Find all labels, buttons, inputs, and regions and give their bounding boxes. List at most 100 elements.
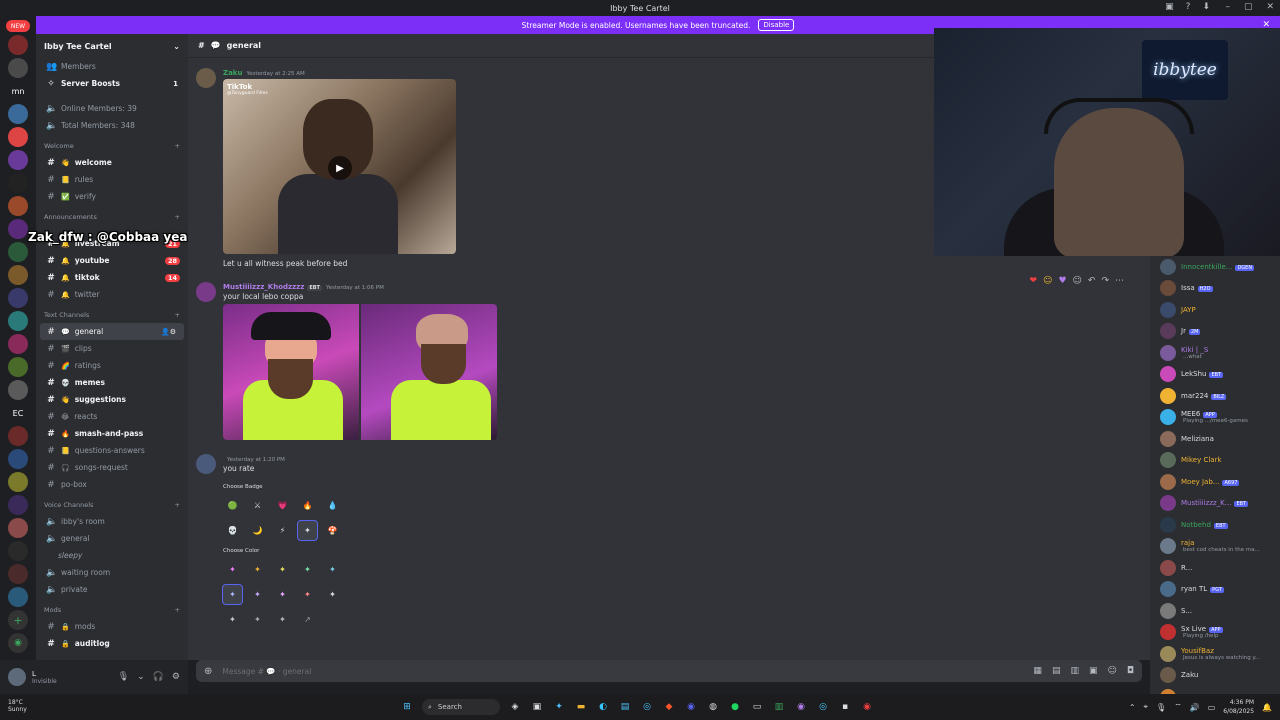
server-icon[interactable] <box>8 472 28 492</box>
chevron-down-icon[interactable]: ⌄ <box>173 42 180 51</box>
network-icon[interactable]: ⌖ <box>1144 702 1149 712</box>
server-icon[interactable] <box>8 173 28 193</box>
voice-channel-private[interactable]: 🔈 private <box>36 581 188 598</box>
member-item[interactable]: Innocentkille... DGEN <box>1150 256 1280 278</box>
server-icon[interactable] <box>8 104 28 124</box>
member-item[interactable]: LekShu EBT <box>1150 364 1280 386</box>
app-icon[interactable]: ▪ <box>838 700 852 714</box>
color-option[interactable]: ✦ <box>223 560 242 579</box>
server-icon[interactable] <box>8 265 28 285</box>
channel-suggestions[interactable]: # 👋 suggestions <box>36 391 188 408</box>
avatar[interactable] <box>196 68 216 88</box>
server-icon[interactable] <box>8 127 28 147</box>
server-icon[interactable] <box>8 518 28 538</box>
add-channel-icon[interactable]: + <box>175 606 180 614</box>
app-icon[interactable]: ▣ <box>530 700 544 714</box>
server-icon-mn[interactable]: mn <box>8 81 28 101</box>
chrome-icon[interactable]: ◎ <box>816 700 830 714</box>
maximize-icon[interactable]: ▢ <box>1244 2 1253 12</box>
channel-auditlog[interactable]: # 🔒 auditlog <box>36 635 188 652</box>
clock[interactable]: 4:36 PM 6/08/2025 <box>1223 698 1254 716</box>
member-item[interactable]: JAYP <box>1150 299 1280 321</box>
badge-option[interactable]: 🍄 <box>323 521 342 540</box>
brave-icon[interactable]: ◆ <box>662 700 676 714</box>
add-channel-icon[interactable]: + <box>175 311 180 319</box>
message-author[interactable]: Zaku <box>223 69 242 77</box>
server-badge-new[interactable]: NEW <box>6 20 30 32</box>
member-item[interactable]: ryan TL PGT <box>1150 579 1280 601</box>
chevron-down-icon[interactable]: ⌄ <box>137 672 145 682</box>
category-mods[interactable]: Mods + <box>36 602 188 618</box>
heart-reaction-icon[interactable]: ❤ <box>1030 276 1038 286</box>
member-item[interactable]: Sx Live APP Playing /help <box>1150 622 1280 644</box>
start-icon[interactable]: ⊞ <box>400 700 414 714</box>
disable-button[interactable]: Disable <box>758 19 795 31</box>
chevron-up-icon[interactable]: ⌃ <box>1129 703 1136 712</box>
steam-icon[interactable]: ◍ <box>706 700 720 714</box>
play-icon[interactable]: ▶ <box>328 156 352 180</box>
spotify-icon[interactable]: ● <box>728 700 742 714</box>
gif-icon[interactable]: ▥ <box>1070 666 1079 676</box>
member-item[interactable]: S... <box>1150 600 1280 622</box>
badge-option[interactable]: 🟢 <box>223 496 242 515</box>
channel-reacts[interactable]: # 😂 reacts <box>36 408 188 425</box>
message-input[interactable]: Message # 💬 · general <box>222 667 311 676</box>
wifi-icon[interactable]: ⌔ <box>1174 702 1182 712</box>
smile-reaction-icon[interactable]: ☺ <box>1043 276 1052 286</box>
category-welcome[interactable]: Welcome + <box>36 138 188 154</box>
purple-heart-icon[interactable]: ♥ <box>1058 276 1066 286</box>
server-icon[interactable] <box>8 35 28 55</box>
obs-icon[interactable]: ◉ <box>860 700 874 714</box>
member-item[interactable]: Issa H2O <box>1150 278 1280 300</box>
member-item[interactable]: VIBE8 <box>1150 686 1280 694</box>
category-voice-channels[interactable]: Voice Channels + <box>36 497 188 513</box>
member-item[interactable]: MEE6 APP Playing .../mee6-games <box>1150 407 1280 429</box>
server-icon[interactable] <box>8 426 28 446</box>
server-icon[interactable] <box>8 150 28 170</box>
image-attachment[interactable] <box>223 304 359 440</box>
close-icon[interactable]: ✕ <box>1266 2 1274 12</box>
channel-ratings[interactable]: # 🌈 ratings <box>36 357 188 374</box>
member-item[interactable]: Mustiiiizzz_K... EBT <box>1150 493 1280 515</box>
color-option[interactable]: ✦ <box>223 610 242 629</box>
inbox-icon[interactable]: ▣ <box>1165 2 1174 12</box>
channel-mods[interactable]: # 🔒 mods <box>36 618 188 635</box>
discord-icon[interactable]: ◉ <box>684 700 698 714</box>
avatar[interactable] <box>196 454 216 474</box>
channel-rules[interactable]: # 📒 rules <box>36 171 188 188</box>
edge-icon[interactable]: ◐ <box>596 700 610 714</box>
emoji-icon[interactable]: ☺ <box>1107 666 1116 676</box>
channel-memes[interactable]: # 💀 memes <box>36 374 188 391</box>
video-embed[interactable]: TikTok @Tonyguard Films ▶ <box>223 79 456 254</box>
color-option[interactable]: ✦ <box>273 560 292 579</box>
color-option[interactable]: ✦ <box>323 585 342 604</box>
category-text-channels[interactable]: Text Channels + <box>36 307 188 323</box>
channel-smash-and-pass[interactable]: # 🔥 smash-and-pass <box>36 425 188 442</box>
color-option[interactable]: ✦ <box>273 610 292 629</box>
member-item[interactable]: Jr 2M <box>1150 321 1280 343</box>
server-icon[interactable] <box>8 311 28 331</box>
app-icon[interactable]: ◉ <box>794 700 808 714</box>
badge-option[interactable]: 💧 <box>323 496 342 515</box>
channel-general[interactable]: # 💬 general 👤⚙ <box>40 323 184 340</box>
search-box[interactable]: ⌕ Search <box>422 699 500 715</box>
server-icon[interactable] <box>8 196 28 216</box>
color-option[interactable]: ✦ <box>323 560 342 579</box>
voice-channel-general[interactable]: 🔈 general <box>36 530 188 547</box>
outlook-icon[interactable]: ◎ <box>640 700 654 714</box>
volume-icon[interactable]: 🔊 <box>1190 703 1200 712</box>
server-icon[interactable] <box>8 357 28 377</box>
add-server-icon[interactable]: + <box>8 610 28 630</box>
channel-clips[interactable]: # 🎬 clips <box>36 340 188 357</box>
app-icon[interactable]: ◈ <box>508 700 522 714</box>
badge-option[interactable]: 🔥 <box>298 496 317 515</box>
reply-icon[interactable]: ↶ <box>1088 276 1096 286</box>
server-header[interactable]: Ibby Tee Cartel ⌄ <box>36 34 188 58</box>
member-item[interactable]: Kiki | _S ...what <box>1150 342 1280 364</box>
badge-option-selected[interactable]: ✦ <box>297 520 318 541</box>
member-item[interactable]: YousifBaz Jesus is always watching y... <box>1150 643 1280 665</box>
badge-option[interactable]: ⚡ <box>273 521 292 540</box>
color-option[interactable]: ✦ <box>298 560 317 579</box>
color-option[interactable]: ✦ <box>248 585 267 604</box>
gift-icon[interactable]: ▤ <box>1052 666 1061 676</box>
